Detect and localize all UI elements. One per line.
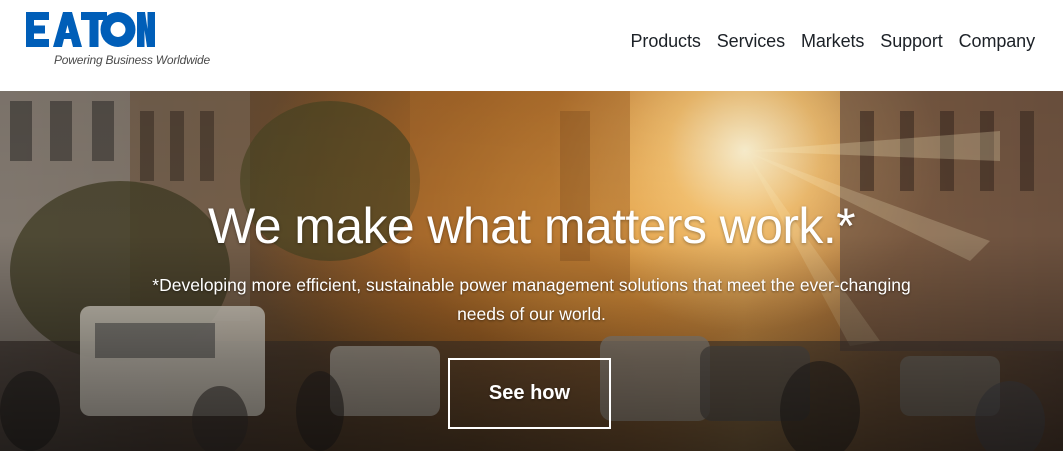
nav-item-company[interactable]: Company: [959, 31, 1035, 52]
site-header: Powering Business Worldwide Products Ser…: [0, 0, 1063, 91]
hero-subtitle: *Developing more efficient, sustainable …: [152, 275, 911, 324]
nav-item-products[interactable]: Products: [631, 31, 701, 52]
eaton-wordmark-icon: [26, 12, 155, 47]
nav-item-markets[interactable]: Markets: [801, 31, 864, 52]
nav-item-support[interactable]: Support: [880, 31, 942, 52]
main-nav: Products Services Markets Support Compan…: [615, 31, 1036, 52]
nav-item-services[interactable]: Services: [717, 31, 785, 52]
see-how-button[interactable]: See how: [448, 358, 611, 429]
hero-title: We make what matters work.*: [208, 198, 856, 254]
hero-banner: We make what matters work.* *Developing …: [0, 91, 1063, 451]
brand-tagline: Powering Business Worldwide: [54, 53, 211, 67]
